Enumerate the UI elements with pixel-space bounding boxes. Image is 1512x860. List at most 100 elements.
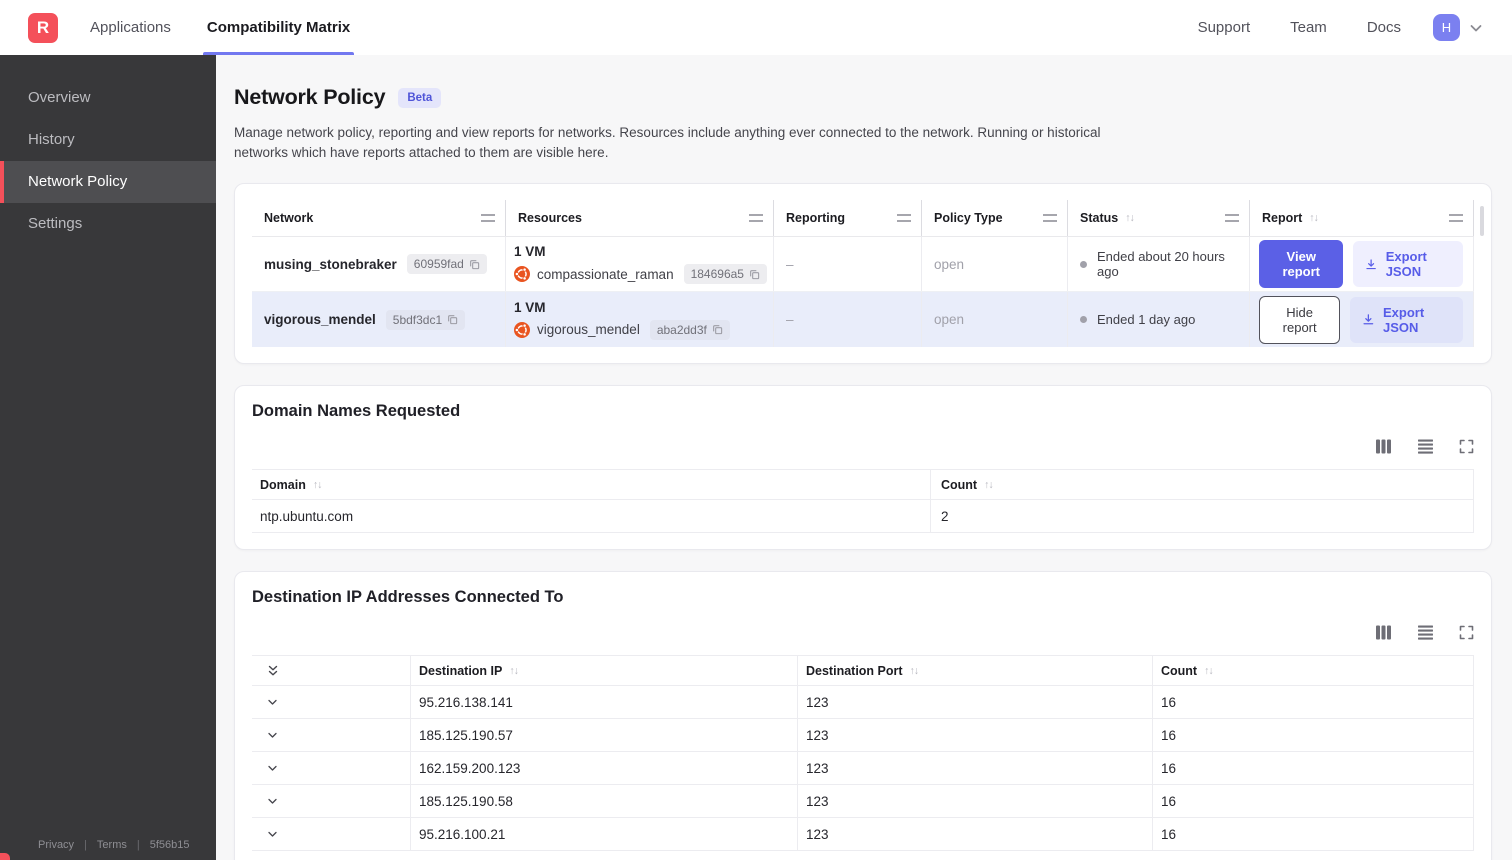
- sidebar: Overview History Network Policy Settings…: [0, 55, 216, 860]
- columns-icon[interactable]: [1375, 625, 1392, 640]
- table-scrollbar[interactable]: [1480, 206, 1484, 237]
- col-label: Domain: [260, 477, 306, 492]
- expand-row-button[interactable]: [252, 785, 410, 817]
- fullscreen-icon[interactable]: [1459, 625, 1474, 640]
- table-row[interactable]: musing_stonebraker 60959fad 1 VM compass…: [252, 237, 1474, 293]
- ubuntu-icon: [514, 266, 530, 283]
- download-icon: [1366, 259, 1377, 269]
- ip-cell: 162.159.200.123: [410, 752, 797, 785]
- port-value: 123: [806, 793, 829, 809]
- report-cell: View report Export JSON: [1250, 237, 1474, 292]
- tab-applications[interactable]: Applications: [90, 0, 171, 55]
- resource-hash-badge: aba2dd3f: [649, 319, 730, 340]
- hide-report-button[interactable]: Hide report: [1259, 295, 1341, 344]
- table-row[interactable]: 162.159.200.123 123 16: [252, 752, 1474, 786]
- column-drag-handle-icon[interactable]: [1043, 214, 1057, 223]
- sidebar-item-network-policy[interactable]: Network Policy: [0, 161, 216, 203]
- status-cell: Ended 1 day ago: [1068, 292, 1250, 348]
- networks-card: Network Resources Reporting Policy Type …: [234, 183, 1492, 365]
- sidebar-item-overview[interactable]: Overview: [0, 77, 216, 119]
- view-report-button[interactable]: View report: [1259, 240, 1344, 289]
- sort-icon[interactable]: ↑↓: [313, 479, 322, 491]
- expand-row-button[interactable]: [252, 818, 410, 850]
- rows-icon[interactable]: [1417, 625, 1434, 640]
- tab-compatibility-matrix[interactable]: Compatibility Matrix: [202, 0, 355, 55]
- page-title: Network Policy: [234, 85, 386, 109]
- table-row[interactable]: 185.125.190.58 123 16: [252, 785, 1474, 819]
- status-cell: Ended about 20 hours ago: [1068, 237, 1250, 292]
- export-json-button[interactable]: Export JSON: [1353, 241, 1463, 288]
- ip-cell: 95.216.100.21: [410, 818, 797, 851]
- ip-value: 185.125.190.58: [419, 793, 513, 809]
- sort-icon[interactable]: ↑↓: [984, 479, 993, 491]
- expand-row-button[interactable]: [252, 719, 410, 751]
- report-cell: Hide report Export JSON: [1250, 292, 1474, 348]
- table-row[interactable]: 95.216.138.141 123 16: [252, 686, 1474, 720]
- resource-hash-badge: 184696a5: [683, 264, 767, 285]
- col-header-destination-port: Destination Port ↑↓: [797, 656, 1152, 686]
- col-label: Status: [1080, 211, 1119, 226]
- col-header-resources: Resources: [506, 200, 774, 237]
- destination-ips-card: Destination IP Addresses Connected To De…: [234, 571, 1492, 860]
- app-logo[interactable]: R: [28, 12, 58, 43]
- expand-all-button[interactable]: [252, 656, 410, 685]
- table-row[interactable]: 95.216.100.21 123 16: [252, 818, 1474, 852]
- export-json-button[interactable]: Export JSON: [1350, 296, 1463, 343]
- sort-icon[interactable]: ↑↓: [1309, 212, 1318, 224]
- status-dot: [1080, 260, 1087, 268]
- chevron-down-icon[interactable]: [1468, 20, 1484, 36]
- col-header-report: Report ↑↓: [1250, 200, 1474, 237]
- sidebar-footer: Privacy | Terms | 5f56b15: [38, 839, 190, 851]
- ip-value: 185.125.190.57: [419, 727, 513, 743]
- status-text: Ended 1 day ago: [1097, 312, 1196, 328]
- column-drag-handle-icon[interactable]: [1225, 214, 1239, 223]
- chevron-down-icon: [268, 765, 277, 771]
- count-cell: 16: [1152, 719, 1474, 752]
- column-drag-handle-icon[interactable]: [1449, 214, 1463, 223]
- link-support[interactable]: Support: [1198, 19, 1251, 36]
- sidebar-item-settings[interactable]: Settings: [0, 203, 216, 245]
- policy-type-value: open: [934, 256, 965, 272]
- resource-name: compassionate_raman: [537, 266, 674, 282]
- sort-icon[interactable]: ↑↓: [1125, 212, 1134, 224]
- download-icon: [1363, 314, 1374, 325]
- terms-link[interactable]: Terms: [97, 839, 127, 851]
- privacy-link[interactable]: Privacy: [38, 839, 74, 851]
- copy-icon[interactable]: [447, 314, 458, 325]
- port-cell: 123: [797, 752, 1152, 785]
- port-cell: 123: [797, 818, 1152, 851]
- ip-cell: 185.125.190.57: [410, 719, 797, 752]
- sort-icon[interactable]: ↑↓: [1204, 665, 1213, 677]
- sort-icon[interactable]: ↑↓: [509, 665, 518, 677]
- copy-icon[interactable]: [469, 259, 480, 270]
- resources-cell: 1 VM compassionate_raman 184696a5: [506, 237, 774, 292]
- avatar[interactable]: H: [1433, 14, 1460, 41]
- chevron-down-icon: [268, 732, 277, 738]
- bottom-left-accent: [0, 853, 10, 860]
- sort-icon[interactable]: ↑↓: [910, 665, 919, 677]
- domains-table-header: Domain ↑↓ Count ↑↓: [252, 469, 1474, 501]
- column-drag-handle-icon[interactable]: [897, 214, 911, 223]
- expand-row-button[interactable]: [252, 752, 410, 784]
- col-header-reporting: Reporting: [774, 200, 922, 237]
- column-drag-handle-icon[interactable]: [749, 214, 763, 223]
- table-row[interactable]: vigorous_mendel 5bdf3dc1 1 VM vigorous_m…: [252, 292, 1474, 348]
- columns-icon[interactable]: [1375, 439, 1392, 454]
- table-row[interactable]: 185.125.190.57 123 16: [252, 719, 1474, 753]
- copy-icon[interactable]: [749, 269, 760, 280]
- status-dot: [1080, 316, 1087, 324]
- card-title: Domain Names Requested: [252, 402, 461, 421]
- rows-icon[interactable]: [1417, 439, 1434, 454]
- table-row[interactable]: ntp.ubuntu.com 2: [252, 500, 1474, 534]
- fullscreen-icon[interactable]: [1459, 439, 1474, 454]
- link-team[interactable]: Team: [1290, 19, 1327, 36]
- export-label: Export JSON: [1385, 249, 1427, 280]
- link-docs[interactable]: Docs: [1367, 19, 1401, 36]
- destinations-table: Destination IP ↑↓ Destination Port ↑↓ Co…: [252, 655, 1474, 860]
- column-drag-handle-icon[interactable]: [481, 214, 495, 223]
- port-value: 123: [806, 826, 829, 842]
- sidebar-item-history[interactable]: History: [0, 119, 216, 161]
- copy-icon[interactable]: [712, 324, 723, 335]
- expand-row-button[interactable]: [252, 686, 410, 718]
- col-header-count: Count ↑↓: [1152, 656, 1474, 686]
